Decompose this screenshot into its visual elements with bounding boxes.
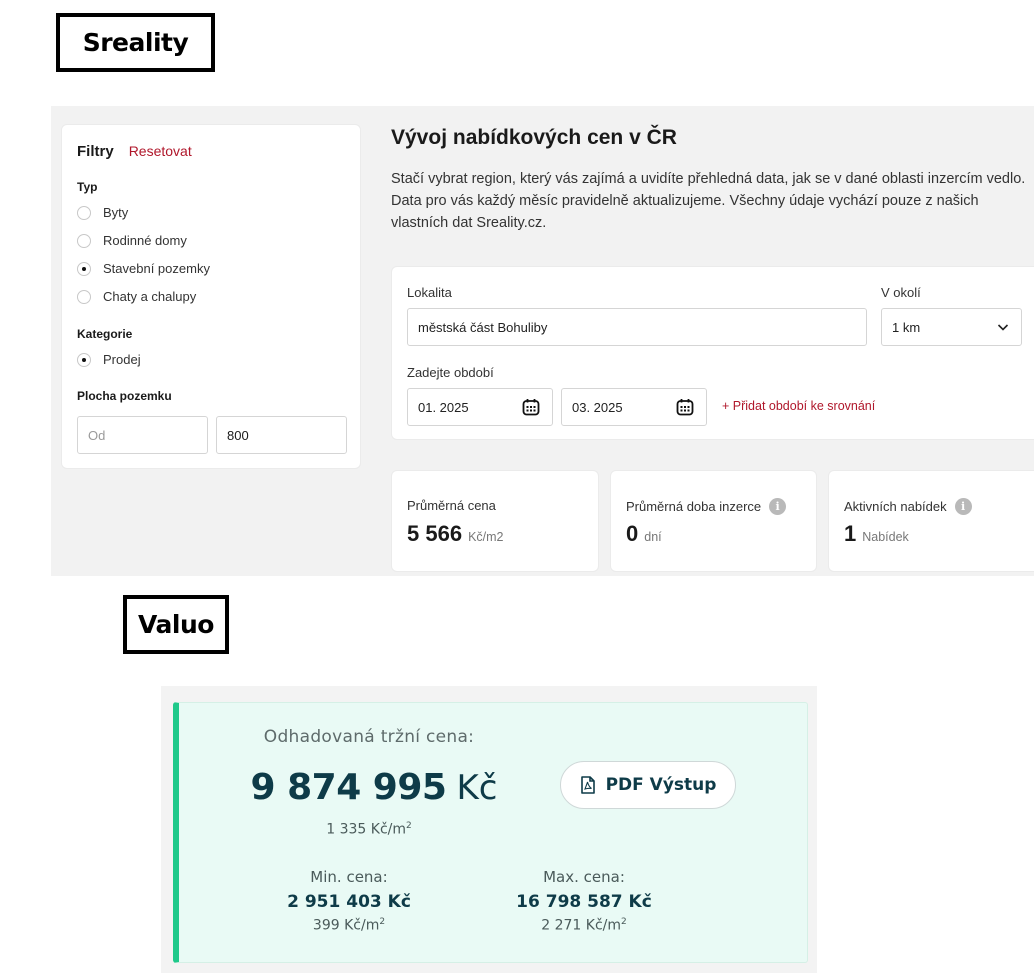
stat-label-text: Průměrná doba inzerce [626,499,762,514]
stat-label-text: Průměrná cena [407,498,496,513]
radio-checked-icon[interactable] [77,352,91,367]
stat-unit: Kč/m2 [468,530,504,544]
estimate-title: Odhadovaná tržní cena: [263,727,475,747]
radius-select-value: 1 km [892,319,921,335]
stat-label: Aktivních nabídek i [844,498,972,515]
pdf-export-button[interactable]: PDF Výstup [560,761,736,809]
stat-value: 0 dní [626,521,662,547]
stat-card-active-listings: Aktivních nabídek i 1 Nabídek [828,470,1034,572]
location-label: Lokalita [407,285,452,300]
min-per-m2-text: 399 Kč/m [312,917,380,934]
min-price-label: Min. cena: [310,868,388,886]
superscript: 2 [621,917,627,927]
type-section-title: Typ [77,180,98,194]
estimate-price-value: 9 874 995 [250,767,447,808]
valuo-label: Valuo [123,595,229,654]
stat-number: 1 [844,521,857,546]
min-price-block: Min. cena: 2 951 403 Kč 399 Kč/m2 [254,868,444,934]
price-per-m2-text: 1 335 Kč/m [326,821,407,838]
pdf-button-label: PDF Výstup [605,775,717,795]
page-title: Vývoj nabídkových cen v ČR [391,126,677,149]
max-price-value: 16 798 587 Kč [516,892,652,912]
radio-icon[interactable] [77,205,91,220]
superscript: 2 [379,917,386,927]
valuo-estimate-card: Odhadovaná tržní cena: 9 874 995 Kč 1 33… [173,702,808,963]
stat-value: 5 566 Kč/m2 [407,521,504,547]
period-label: Zadejte období [407,365,494,380]
period-from-value: 01. 2025 [418,399,469,415]
calendar-icon[interactable] [522,398,540,416]
location-input[interactable]: městská část Bohuliby [407,308,867,346]
period-from-input[interactable]: 01. 2025 [407,388,553,426]
radio-icon[interactable] [77,289,91,304]
superscript: 2 [406,821,412,831]
category-section-title: Kategorie [77,327,133,341]
info-icon[interactable]: i [769,498,787,515]
period-to-input[interactable]: 03. 2025 [561,388,707,426]
radio-label: Byty [103,205,129,220]
stat-number: 5 566 [407,521,463,546]
filters-header: Filtry Resetovat [77,143,192,160]
radio-icon[interactable] [77,233,91,248]
radio-type-rodinne-domy[interactable]: Rodinné domy [77,233,187,248]
filters-sidebar: Filtry Resetovat Typ Byty Rodinné domy S… [61,124,361,469]
stat-number: 0 [626,521,639,546]
search-form-card: Lokalita městská část Bohuliby V okolí 1… [391,266,1034,440]
area-from-input[interactable]: Od [77,416,208,454]
estimate-price: 9 874 995 Kč [229,767,519,808]
stat-label: Průměrná doba inzerce i [626,498,787,515]
radio-category-prodej[interactable]: Prodej [77,352,141,367]
max-price-label: Max. cena: [543,868,625,886]
add-period-link[interactable]: + Přidat období ke srovnání [722,399,875,413]
calendar-icon[interactable] [676,398,694,416]
page-description: Stačí vybrat region, který vás zajímá a … [391,171,1026,231]
stat-unit: dní [644,530,662,544]
estimate-price-currency: Kč [456,768,498,808]
max-price-per-m2: 2 271 Kč/m2 [484,917,684,934]
filters-title: Filtry [77,143,114,160]
estimate-price-per-m2: 1 335 Kč/m2 [249,821,489,838]
min-price-per-m2: 399 Kč/m2 [254,917,444,934]
min-price-value: 2 951 403 Kč [287,892,411,912]
stat-card-avg-price: Průměrná cena 5 566 Kč/m2 [391,470,599,572]
chevron-down-icon[interactable] [997,321,1009,333]
area-section-title: Plocha pozemku [77,389,172,403]
stat-label-text: Aktivních nabídek [844,499,947,514]
radio-type-stavebni-pozemky[interactable]: Stavební pozemky [77,261,210,276]
max-price-block: Max. cena: 16 798 587 Kč 2 271 Kč/m2 [484,868,684,934]
max-per-m2-text: 2 271 Kč/m [541,917,622,934]
valuo-panel: Odhadovaná tržní cena: 9 874 995 Kč 1 33… [161,686,817,973]
stat-value: 1 Nabídek [844,521,909,547]
sreality-label: Sreality [56,13,215,72]
stat-card-avg-duration: Průměrná doba inzerce i 0 dní [610,470,817,572]
area-to-input[interactable]: 800 [216,416,347,454]
radius-select[interactable]: 1 km [881,308,1022,346]
radio-checked-icon[interactable] [77,261,91,276]
radio-label: Prodej [103,352,141,367]
radio-type-byty[interactable]: Byty [77,205,128,220]
stat-label: Průměrná cena [407,498,496,513]
period-to-value: 03. 2025 [572,399,623,415]
pdf-file-icon [580,776,595,794]
sreality-panel: Filtry Resetovat Typ Byty Rodinné domy S… [51,106,1034,576]
info-icon[interactable]: i [954,498,972,515]
radio-label: Rodinné domy [103,233,187,248]
radius-label: V okolí [881,285,921,300]
reset-button[interactable]: Resetovat [129,143,192,159]
stat-unit: Nabídek [862,530,909,544]
radio-type-chaty[interactable]: Chaty a chalupy [77,289,196,304]
radio-label: Chaty a chalupy [103,289,197,304]
radio-label: Stavební pozemky [103,261,210,276]
